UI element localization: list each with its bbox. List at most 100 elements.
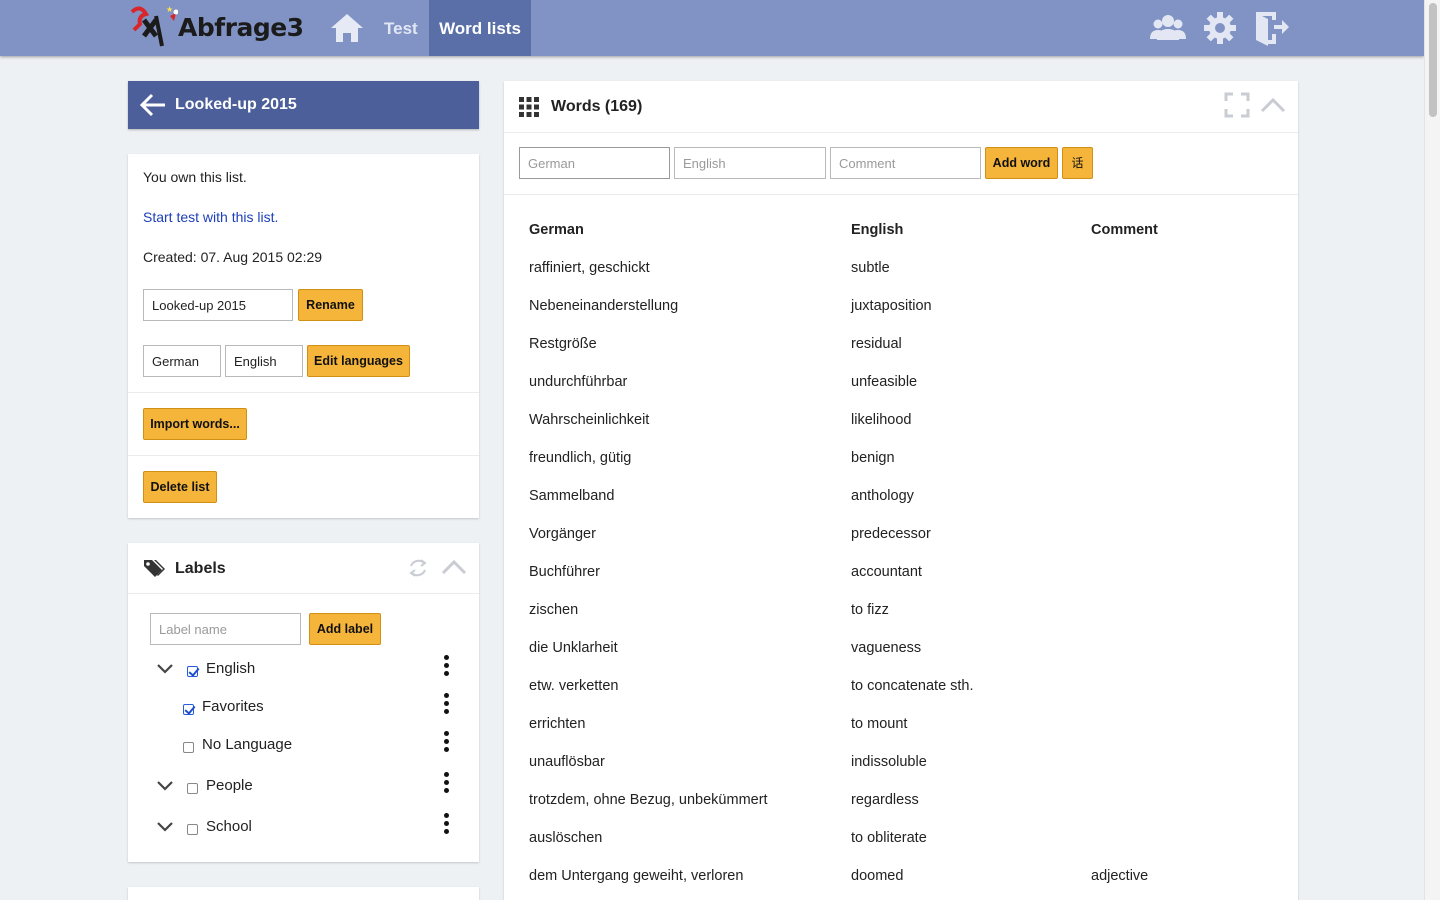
collapse-chevron-up-icon[interactable] bbox=[1260, 97, 1286, 116]
word-german: trotzdem, ohne Bezug, unbekümmert bbox=[529, 792, 768, 808]
edit-languages-button[interactable]: Edit languages bbox=[307, 345, 410, 377]
created-text: Created: 07. Aug 2015 02:29 bbox=[143, 249, 323, 265]
nav-home-button[interactable] bbox=[330, 12, 364, 44]
label-name: English bbox=[206, 660, 256, 677]
words-card: Words (169) Add word 话 German English Co… bbox=[504, 81, 1298, 900]
word-german: Buchführer bbox=[529, 564, 600, 580]
tags-icon bbox=[143, 558, 165, 581]
chevron-down-icon[interactable] bbox=[156, 820, 174, 837]
word-german: Wahrscheinlichkeit bbox=[529, 412, 650, 428]
word-english: unfeasible bbox=[851, 374, 918, 390]
label-name: School bbox=[206, 818, 252, 835]
import-words-button[interactable]: Import words... bbox=[143, 408, 247, 440]
label-checkbox-favorites[interactable] bbox=[183, 704, 194, 715]
label-row-english: English bbox=[128, 653, 479, 686]
language2-input[interactable] bbox=[225, 345, 303, 377]
words-title: Words (169) bbox=[551, 98, 643, 115]
word-german: auslöschen bbox=[529, 830, 603, 846]
divider bbox=[504, 194, 1298, 195]
word-german: Sammelband bbox=[529, 488, 615, 504]
fullscreen-icon[interactable] bbox=[1224, 92, 1250, 121]
word-english: predecessor bbox=[851, 526, 931, 542]
column-header-english[interactable]: English bbox=[851, 222, 903, 238]
scrollbar-thumb[interactable] bbox=[1429, 3, 1437, 117]
word-german: freundlich, gütig bbox=[529, 450, 632, 466]
label-name-input[interactable] bbox=[150, 613, 301, 645]
rename-button[interactable]: Rename bbox=[298, 289, 363, 321]
word-english: to obliterate bbox=[851, 830, 927, 846]
grid-icon bbox=[519, 97, 539, 120]
add-label-button[interactable]: Add label bbox=[309, 613, 381, 645]
label-checkbox-no-language[interactable] bbox=[183, 742, 194, 753]
word-german: Nebeneinanderstellung bbox=[529, 298, 679, 314]
word-english: regardless bbox=[851, 792, 919, 808]
column-header-german[interactable]: German bbox=[529, 222, 584, 238]
word-english: juxtaposition bbox=[851, 298, 932, 314]
logo-icon: ★ bbox=[130, 5, 179, 47]
column-header-comment[interactable]: Comment bbox=[1091, 222, 1158, 238]
back-arrow-icon[interactable] bbox=[139, 93, 166, 120]
owner-text: You own this list. bbox=[143, 169, 247, 185]
word-english: residual bbox=[851, 336, 902, 352]
word-german: zischen bbox=[529, 602, 579, 618]
word-english: to concatenate sth. bbox=[851, 678, 974, 694]
english-word-input[interactable] bbox=[674, 147, 826, 179]
word-german: unauflösbar bbox=[529, 754, 605, 770]
home-icon bbox=[331, 14, 363, 42]
label-checkbox-school[interactable] bbox=[187, 824, 198, 835]
word-german: errichten bbox=[529, 716, 586, 732]
language1-input[interactable] bbox=[143, 345, 221, 377]
labels-card: Labels Add label English Favorites No La… bbox=[128, 543, 479, 862]
label-row-favorites: Favorites bbox=[128, 691, 479, 724]
label-row-people: People bbox=[128, 770, 479, 803]
word-english: benign bbox=[851, 450, 895, 466]
label-checkbox-people[interactable] bbox=[187, 783, 198, 794]
add-word-button[interactable]: Add word bbox=[985, 147, 1058, 179]
word-english: likelihood bbox=[851, 412, 912, 428]
more-vertical-icon[interactable] bbox=[440, 729, 452, 759]
gear-icon[interactable] bbox=[1202, 10, 1238, 49]
divider bbox=[128, 455, 479, 456]
list-name-input[interactable] bbox=[143, 289, 293, 321]
top-navigation-bar: ★ Abfrage3 Test Word lists bbox=[0, 0, 1424, 56]
more-vertical-icon[interactable] bbox=[440, 653, 452, 683]
word-german: raffiniert, geschickt bbox=[529, 260, 650, 276]
collapse-chevron-up-icon[interactable] bbox=[441, 559, 467, 578]
delete-list-button[interactable]: Delete list bbox=[143, 471, 217, 503]
list-title: Looked-up 2015 bbox=[175, 96, 297, 113]
logout-icon[interactable] bbox=[1254, 10, 1290, 49]
refresh-icon[interactable] bbox=[408, 557, 428, 582]
users-icon[interactable] bbox=[1150, 10, 1186, 49]
nav-tab-word-lists[interactable]: Word lists bbox=[429, 0, 531, 56]
special-characters-button[interactable]: 话 bbox=[1062, 147, 1093, 179]
word-german: Restgröße bbox=[529, 336, 597, 352]
list-title-bar: Looked-up 2015 bbox=[128, 81, 479, 129]
chevron-down-icon[interactable] bbox=[156, 779, 174, 796]
word-german: Vorgänger bbox=[529, 526, 596, 542]
page-scrollbar[interactable] bbox=[1424, 0, 1440, 900]
label-checkbox-english[interactable] bbox=[187, 666, 198, 677]
start-test-link[interactable]: Start test with this list. bbox=[143, 209, 278, 225]
label-name: Favorites bbox=[202, 698, 264, 715]
german-word-input[interactable] bbox=[519, 147, 670, 179]
divider bbox=[128, 392, 479, 393]
word-english: anthology bbox=[851, 488, 914, 504]
word-german: die Unklarheit bbox=[529, 640, 618, 656]
svg-text:★: ★ bbox=[166, 6, 173, 14]
more-vertical-icon[interactable] bbox=[440, 770, 452, 800]
nav-tab-test[interactable]: Test bbox=[372, 0, 430, 56]
word-english: doomed bbox=[851, 868, 904, 884]
comment-input[interactable] bbox=[830, 147, 981, 179]
list-info-card: You own this list. Start test with this … bbox=[128, 154, 479, 518]
divider bbox=[504, 132, 1298, 133]
word-english: to mount bbox=[851, 716, 908, 732]
app-logo[interactable]: ★ Abfrage3 bbox=[126, 5, 304, 50]
word-german: dem Untergang geweiht, verloren bbox=[529, 868, 744, 884]
label-name: People bbox=[206, 777, 253, 794]
chevron-down-icon[interactable] bbox=[156, 662, 174, 679]
word-english: to fizz bbox=[851, 602, 889, 618]
word-comment: adjective bbox=[1091, 868, 1149, 884]
more-vertical-icon[interactable] bbox=[440, 811, 452, 841]
word-english: subtle bbox=[851, 260, 890, 276]
more-vertical-icon[interactable] bbox=[440, 691, 452, 721]
